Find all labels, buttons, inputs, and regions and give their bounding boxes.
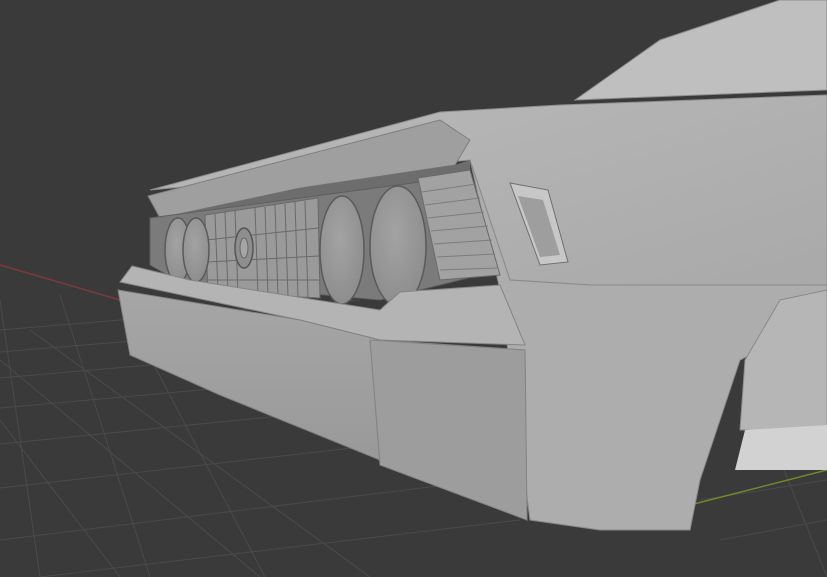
headlights-left <box>164 217 210 283</box>
windshield-panel <box>573 0 827 101</box>
front-bumper <box>117 265 528 521</box>
x-axis-line <box>0 264 121 301</box>
car-model[interactable] <box>117 0 827 531</box>
grille <box>204 197 321 299</box>
viewport-canvas[interactable] <box>0 0 827 577</box>
grille-emblem <box>234 227 254 269</box>
3d-viewport[interactable] <box>0 0 827 577</box>
y-axis-line <box>689 469 827 506</box>
floor-shadow-panel <box>735 425 827 470</box>
